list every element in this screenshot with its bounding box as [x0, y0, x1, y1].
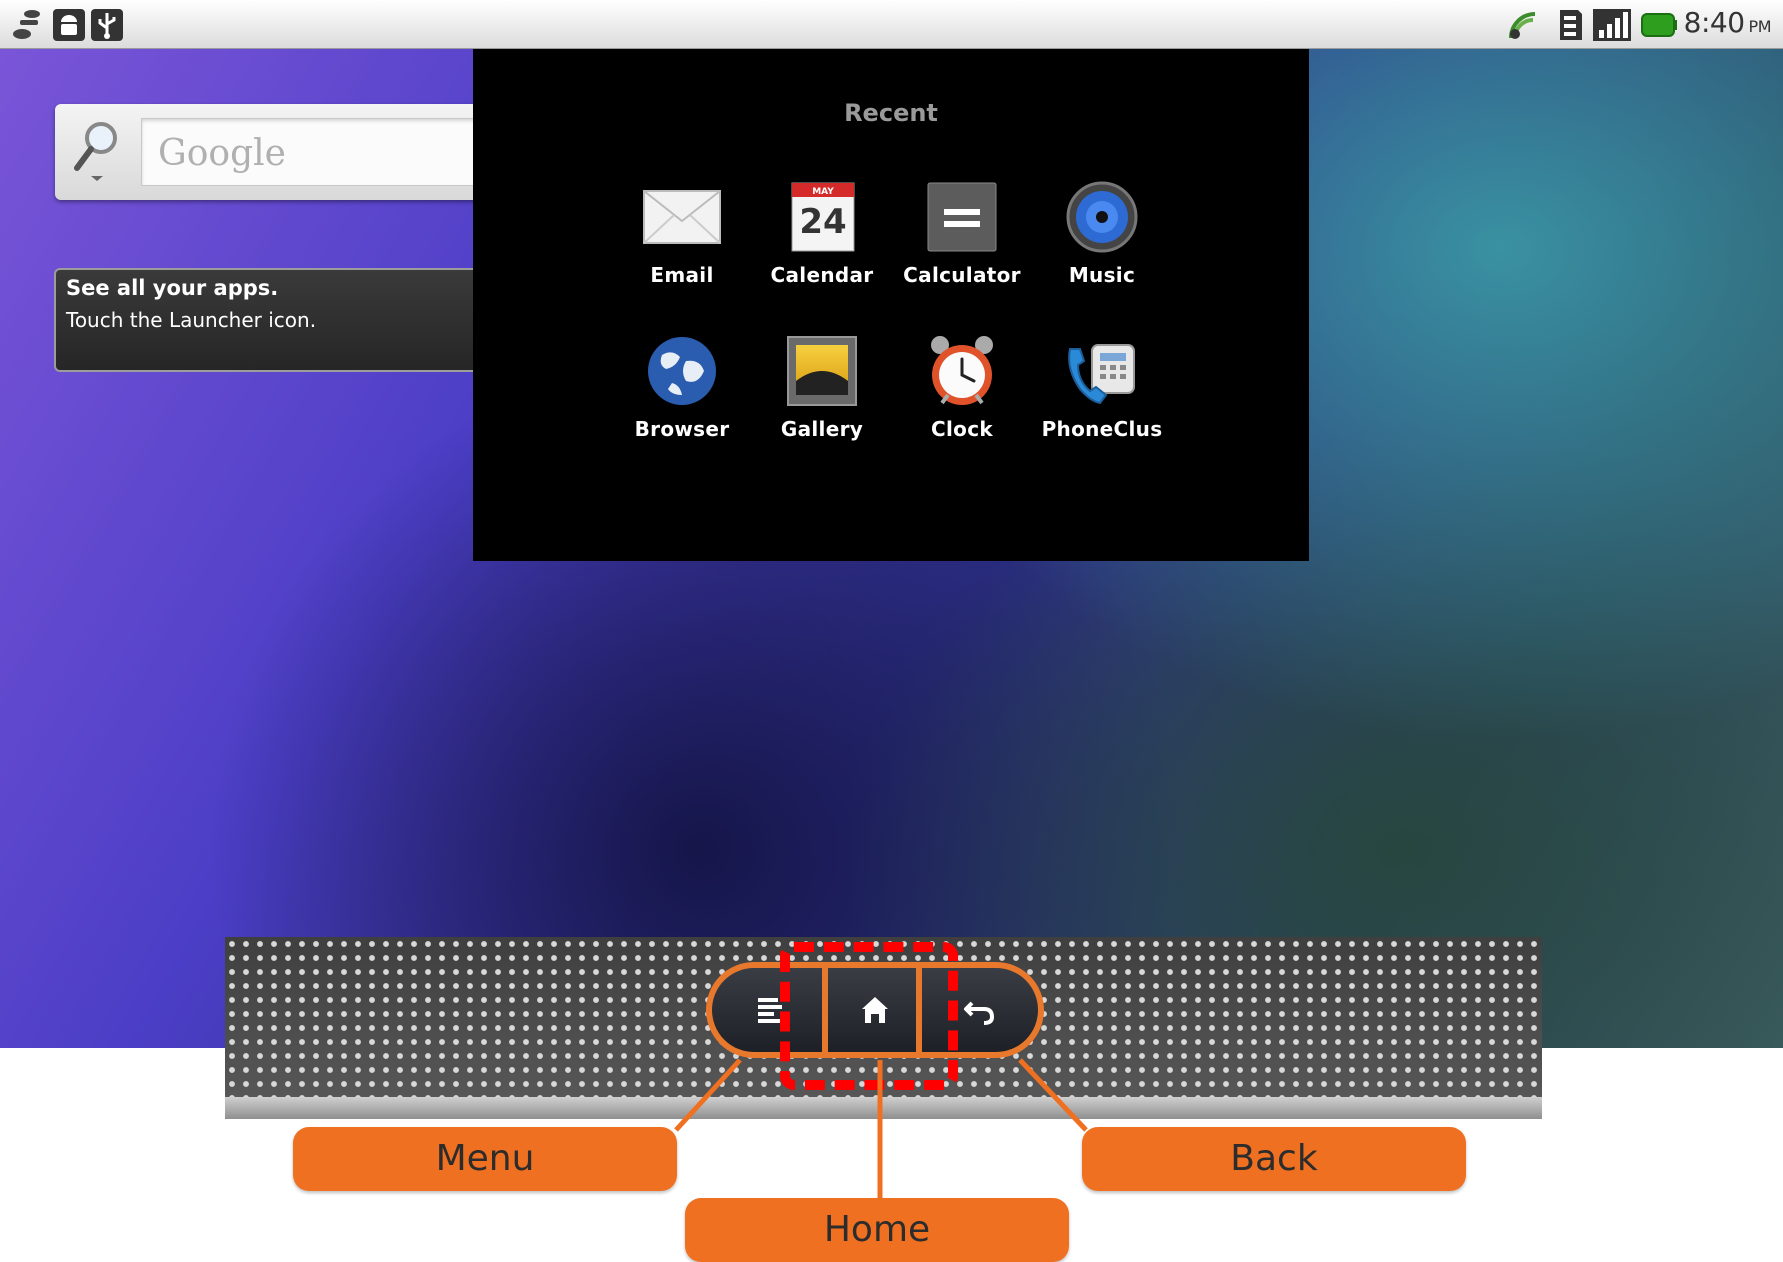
sd-card-icon	[1560, 10, 1582, 40]
email-icon	[643, 190, 721, 244]
status-clock: 8:40 PM	[1683, 6, 1772, 39]
battery-icon	[1641, 13, 1677, 37]
status-bar: 8:40 PM	[0, 0, 1783, 49]
back-button[interactable]	[950, 984, 1010, 1036]
tip-title: See all your apps.	[66, 276, 279, 300]
music-icon	[1066, 181, 1138, 253]
recent-app-music[interactable]: Music	[1032, 177, 1172, 287]
search-placeholder: Google	[158, 133, 286, 174]
recent-app-email[interactable]: Email	[612, 177, 752, 287]
phone-icon	[1068, 344, 1135, 405]
calendar-icon: MAY 24	[791, 182, 855, 252]
usb-debug-icon	[13, 10, 40, 39]
back-callout: Back	[1082, 1127, 1466, 1191]
google-search-widget[interactable]: Google	[55, 104, 495, 200]
recent-apps-dialog: Recent Email MAY 24 Calendar Calculator	[473, 49, 1309, 561]
recent-app-gallery[interactable]: Gallery	[752, 331, 892, 441]
home-button-highlight	[780, 942, 958, 1090]
search-icon[interactable]	[69, 116, 125, 186]
recent-app-clock[interactable]: Clock	[892, 331, 1032, 441]
svg-text:MAY: MAY	[812, 187, 834, 197]
recent-app-phoneclus[interactable]: PhoneClus	[1032, 331, 1172, 441]
tip-body: Touch the Launcher icon.	[66, 308, 317, 332]
alarm-clock-icon	[931, 336, 993, 405]
recent-app-calculator[interactable]: Calculator	[892, 177, 1032, 287]
home-callout: Home	[685, 1198, 1069, 1262]
calculator-icon	[927, 182, 997, 252]
gallery-icon	[787, 336, 857, 406]
recent-app-browser[interactable]: Browser	[612, 331, 752, 441]
wifi-signal-icon	[1509, 12, 1536, 39]
usb-icon	[91, 9, 123, 41]
search-input[interactable]: Google	[141, 118, 495, 186]
cell-signal-icon	[1593, 9, 1631, 41]
recent-app-calendar[interactable]: MAY 24 Calendar	[752, 177, 892, 287]
recent-title: Recent	[844, 99, 938, 127]
back-icon	[964, 1001, 995, 1025]
svg-text:24: 24	[799, 202, 846, 242]
device-bezel-rail	[225, 1097, 1542, 1119]
menu-callout: Menu	[293, 1127, 677, 1191]
android-icon	[53, 9, 85, 41]
globe-icon	[648, 337, 716, 405]
launcher-tip: See all your apps. Touch the Launcher ic…	[54, 268, 494, 372]
